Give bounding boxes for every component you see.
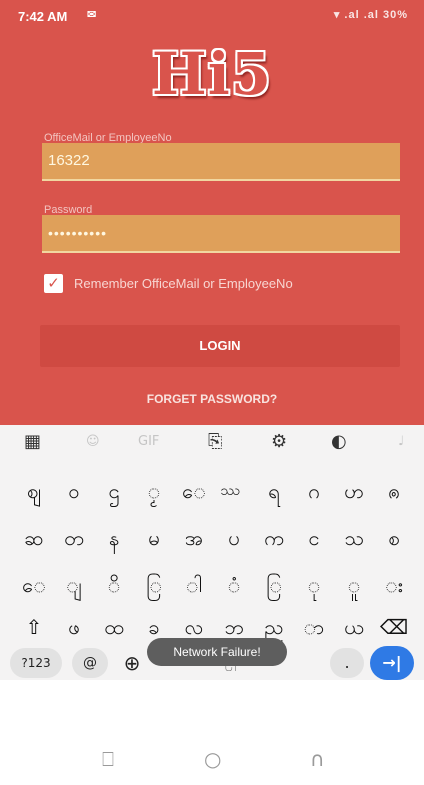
key[interactable]: စ [376, 520, 412, 556]
key[interactable]: း [376, 567, 412, 603]
gif-icon[interactable]: GIF [138, 434, 159, 449]
key[interactable]: သ [336, 520, 372, 556]
microphone-icon[interactable]: ♩ [398, 434, 404, 449]
key[interactable]: ေ [16, 567, 52, 603]
key[interactable]: ယ [336, 609, 372, 645]
key[interactable]: ဿ [212, 473, 248, 509]
remember-label: Remember OfficeMail or EmployeeNo [74, 276, 293, 291]
password-input[interactable]: •••••••••• [42, 215, 400, 253]
key[interactable]: ပ [216, 520, 252, 556]
remember-checkbox[interactable]: ✓ [44, 274, 63, 293]
key[interactable]: ထ [96, 609, 132, 645]
key[interactable]: ဟ [336, 473, 372, 509]
key[interactable]: ြ [256, 567, 292, 603]
key[interactable]: ဈ [16, 473, 52, 509]
key[interactable]: ံ [216, 567, 252, 603]
shift-key-icon[interactable]: ⇧ [16, 609, 52, 645]
status-bar: 7:42 AM ✉ ▾ .al .al 30% [0, 0, 424, 32]
key[interactable]: ဆ [16, 520, 52, 556]
password-value: •••••••••• [48, 225, 108, 241]
key[interactable]: မ [136, 520, 172, 556]
key[interactable]: ိ [96, 567, 132, 603]
navigation-bar: ⎕ ○ ∩ [0, 735, 424, 785]
key[interactable]: ါ [176, 567, 212, 603]
enter-arrow-icon[interactable]: →| [370, 646, 414, 680]
home-icon[interactable]: ○ [204, 747, 221, 771]
keyboard-toolbar: ▦ ☺ GIF ⎘ ⚙ ◐ ♩ [0, 425, 424, 459]
clipboard-icon[interactable]: ⎘ [208, 431, 222, 452]
key[interactable]: င [296, 520, 332, 556]
employee-id-value: 16322 [48, 152, 90, 169]
status-time: 7:42 AM [18, 9, 68, 24]
key[interactable]: အ [176, 520, 212, 556]
key[interactable]: ာ [296, 609, 332, 645]
key[interactable]: ဖ [56, 609, 92, 645]
key[interactable]: က [256, 520, 292, 556]
key[interactable]: ၟ [136, 473, 172, 509]
key[interactable]: ၐ [376, 473, 412, 509]
key[interactable]: ု [296, 567, 332, 603]
key[interactable]: ြ [136, 567, 172, 603]
key[interactable]: ရ [256, 473, 292, 509]
key[interactable]: ဝ [56, 473, 92, 509]
login-button[interactable]: LOGIN [40, 325, 400, 367]
at-key[interactable]: @ [72, 648, 108, 678]
sticker-icon[interactable]: ☺ [86, 434, 100, 449]
key[interactable]: ူ [336, 567, 372, 603]
key[interactable]: တ [56, 520, 92, 556]
key[interactable]: ေ [176, 473, 212, 509]
network-failure-toast: Network Failure! [147, 638, 287, 666]
system-status-icons: ▾ .al .al 30% [333, 9, 408, 21]
apps-grid-icon[interactable]: ▦ [24, 431, 41, 452]
period-key[interactable]: . [330, 648, 364, 678]
login-screen: 7:42 AM ✉ ▾ .al .al 30% Hi5 OfficeMail o… [0, 0, 424, 425]
key[interactable]: ျ [56, 567, 92, 603]
key[interactable]: န [96, 520, 132, 556]
recents-icon[interactable]: ⎕ [102, 747, 114, 771]
app-logo: Hi5 [151, 40, 273, 108]
forget-password-link[interactable]: FORGET PASSWORD? [0, 392, 424, 406]
symbols-key[interactable]: ?123 [10, 648, 62, 678]
settings-gear-icon[interactable]: ⚙ [271, 431, 287, 452]
globe-language-icon[interactable]: ⊕ [116, 648, 148, 678]
employee-id-input[interactable]: 16322 [42, 143, 400, 181]
mail-notification-icon: ✉ [87, 9, 97, 21]
key[interactable]: ဌ [96, 473, 132, 509]
backspace-key-icon[interactable]: ⌫ [376, 609, 412, 645]
key[interactable]: ဂ [296, 473, 332, 509]
theme-palette-icon[interactable]: ◐ [331, 431, 347, 452]
back-icon[interactable]: ∩ [310, 747, 325, 771]
